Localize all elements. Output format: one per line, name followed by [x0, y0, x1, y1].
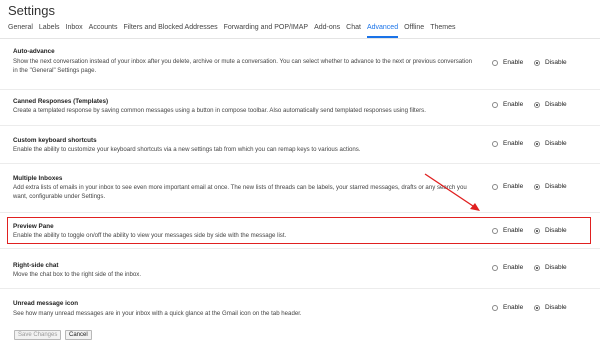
cancel-button[interactable]: Cancel [65, 330, 92, 340]
disable-option[interactable]: Disable [534, 304, 567, 311]
enable-option[interactable]: Enable [492, 101, 523, 108]
enable-label: Enable [503, 140, 524, 147]
setting-row-right-side-chat: Right-side chat Move the chat box to the… [0, 249, 600, 289]
setting-row-keyboard-shortcuts: Custom keyboard shortcuts Enable the abi… [0, 126, 600, 164]
setting-title: Multiple Inboxes [13, 175, 63, 182]
disable-radio[interactable] [534, 264, 540, 271]
disable-radio[interactable] [534, 304, 540, 311]
setting-description: Create a templated response by saving co… [13, 107, 426, 114]
enable-radio[interactable] [492, 304, 498, 311]
enable-label: Enable [503, 183, 524, 190]
enable-radio[interactable] [492, 59, 498, 66]
setting-description: Enable the ability to customize your key… [13, 146, 361, 153]
setting-row-unread-icon: Unread message icon See how many unread … [0, 289, 600, 325]
disable-radio[interactable] [534, 183, 540, 190]
disable-option[interactable]: Disable [534, 140, 567, 147]
disable-label: Disable [545, 183, 567, 190]
disable-option[interactable]: Disable [534, 59, 567, 66]
enable-option[interactable]: Enable [492, 183, 523, 190]
save-changes-button[interactable]: Save Changes [14, 330, 62, 340]
disable-radio[interactable] [534, 101, 540, 108]
disable-label: Disable [545, 59, 567, 66]
tab-add-ons[interactable]: Add-ons [314, 24, 340, 38]
setting-description: Move the chat box to the right side of t… [13, 271, 142, 278]
setting-row-canned-responses: Canned Responses (Templates) Create a te… [0, 90, 600, 126]
preview-pane-highlight-box [7, 217, 591, 244]
setting-title: Unread message icon [13, 300, 79, 307]
disable-radio[interactable] [534, 59, 540, 66]
enable-radio[interactable] [492, 140, 498, 147]
tab-filters[interactable]: Filters and Blocked Addresses [123, 24, 217, 38]
disable-label: Disable [545, 101, 567, 108]
page-title: Settings [8, 3, 55, 18]
settings-tabs: General Labels Inbox Accounts Filters an… [8, 24, 456, 38]
enable-option[interactable]: Enable [492, 264, 523, 271]
enable-option[interactable]: Enable [492, 59, 523, 66]
enable-radio[interactable] [492, 101, 498, 108]
enable-option[interactable]: Enable [492, 304, 523, 311]
tab-inbox[interactable]: Inbox [66, 24, 83, 38]
setting-description: See how many unread messages are in your… [13, 310, 302, 317]
enable-radio[interactable] [492, 183, 498, 190]
setting-title: Auto-advance [13, 48, 55, 55]
setting-description: Add extra lists of emails in your inbox … [13, 184, 467, 200]
tab-accounts[interactable]: Accounts [89, 24, 118, 38]
disable-radio[interactable] [534, 140, 540, 147]
disable-label: Disable [545, 304, 567, 311]
enable-label: Enable [503, 59, 524, 66]
setting-row-auto-advance: Auto-advance Show the next conversation … [0, 39, 600, 90]
disable-option[interactable]: Disable [534, 183, 567, 190]
tab-offline[interactable]: Offline [404, 24, 424, 38]
enable-label: Enable [503, 101, 524, 108]
setting-title: Right-side chat [13, 262, 59, 269]
disable-label: Disable [545, 264, 567, 271]
setting-title: Canned Responses (Templates) [13, 98, 109, 105]
tab-labels[interactable]: Labels [39, 24, 60, 38]
enable-label: Enable [503, 264, 524, 271]
enable-radio[interactable] [492, 264, 498, 271]
disable-label: Disable [545, 140, 567, 147]
tab-advanced[interactable]: Advanced [366, 24, 399, 38]
enable-option[interactable]: Enable [492, 140, 523, 147]
tab-forwarding[interactable]: Forwarding and POP/IMAP [224, 24, 308, 38]
setting-title: Custom keyboard shortcuts [13, 137, 97, 144]
setting-description: Show the next conversation instead of yo… [13, 58, 472, 74]
disable-option[interactable]: Disable [534, 101, 567, 108]
tab-general[interactable]: General [8, 24, 33, 38]
enable-label: Enable [503, 304, 524, 311]
tab-chat[interactable]: Chat [346, 24, 361, 38]
tab-themes[interactable]: Themes [430, 24, 455, 38]
disable-option[interactable]: Disable [534, 264, 567, 271]
setting-row-multiple-inboxes: Multiple Inboxes Add extra lists of emai… [0, 164, 600, 213]
